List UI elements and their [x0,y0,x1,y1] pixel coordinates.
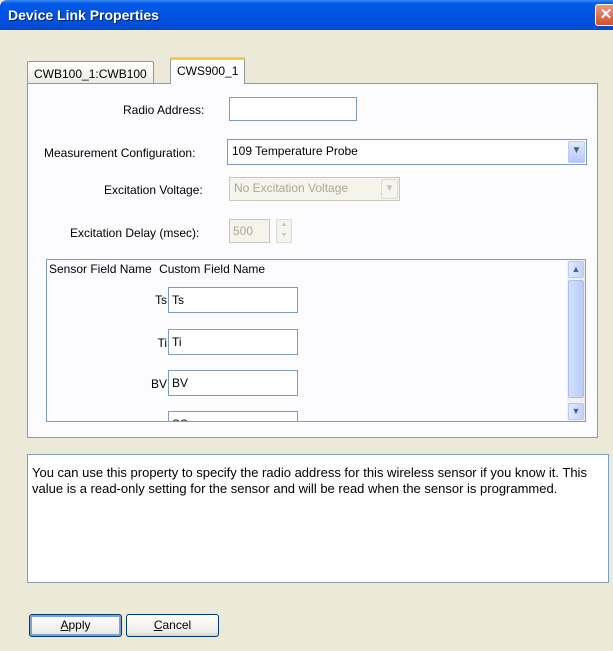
chevron-down-icon[interactable]: ▼ [568,141,585,163]
excitation-voltage-label: Excitation Voltage: [104,183,203,197]
chevron-up-icon[interactable]: ▲ [568,261,584,278]
sensor-field-ti: Ti [157,336,167,350]
spin-down-icon[interactable]: ▼ [277,231,291,242]
spin-up-icon[interactable]: ▲ [277,220,291,231]
close-icon: ✕ [599,6,613,23]
window-title: Device Link Properties [8,7,159,23]
excitation-delay-spinner[interactable]: ▲ ▼ [276,219,292,243]
excitation-voltage-value: No Excitation Voltage [234,181,349,195]
apply-accelerator: A [60,618,69,632]
cancel-button[interactable]: Cancel [126,614,219,637]
sensor-field-ss: SS [47,419,167,421]
measurement-config-select[interactable]: 109 Temperature Probe ▼ [227,139,587,165]
sensor-field-bv: BV [150,377,167,391]
sensor-field-header: Sensor Field Name [49,262,152,276]
custom-field-input-ss[interactable]: SS [168,411,298,421]
custom-field-input-ti[interactable]: Ti [168,329,298,355]
field-name-grid: Sensor Field Name Custom Field Name Ts T… [46,259,586,422]
sensor-field-ts: Ts [155,293,167,307]
apply-button[interactable]: Apply [29,614,122,637]
grid-header: Sensor Field Name Custom Field Name [49,262,265,276]
custom-field-header: Custom Field Name [159,262,266,276]
custom-field-input-ts[interactable]: Ts [168,287,298,313]
chevron-down-icon[interactable]: ▼ [381,179,398,199]
excitation-delay-label: Excitation Delay (msec): [70,226,200,240]
measurement-config-value: 109 Temperature Probe [232,144,358,158]
scrollbar-thumb[interactable] [568,280,584,398]
cancel-label: ancel [162,618,192,632]
tab-label: CWS900_1 [177,64,239,78]
excitation-delay-input[interactable] [229,219,270,243]
tab-cwb100[interactable]: CWB100_1:CWB100 [27,61,154,83]
close-button[interactable]: ✕ [595,4,613,26]
custom-field-input-bv[interactable]: BV [168,370,298,396]
property-description: You can use this property to specify the… [27,454,609,583]
excitation-voltage-select[interactable]: No Excitation Voltage ▼ [229,177,400,201]
chevron-down-icon[interactable]: ▼ [568,403,584,420]
measurement-config-label: Measurement Configuration: [44,146,196,160]
title-bar: Device Link Properties ✕ [0,0,613,30]
tab-cws900[interactable]: CWS900_1 [170,57,246,84]
tab-label: CWB100_1:CWB100 [34,67,147,81]
grid-scrollbar[interactable]: ▲ ▼ [567,260,585,421]
radio-address-label: Radio Address: [123,103,205,117]
radio-address-input[interactable] [229,97,357,121]
apply-label: pply [68,618,91,632]
